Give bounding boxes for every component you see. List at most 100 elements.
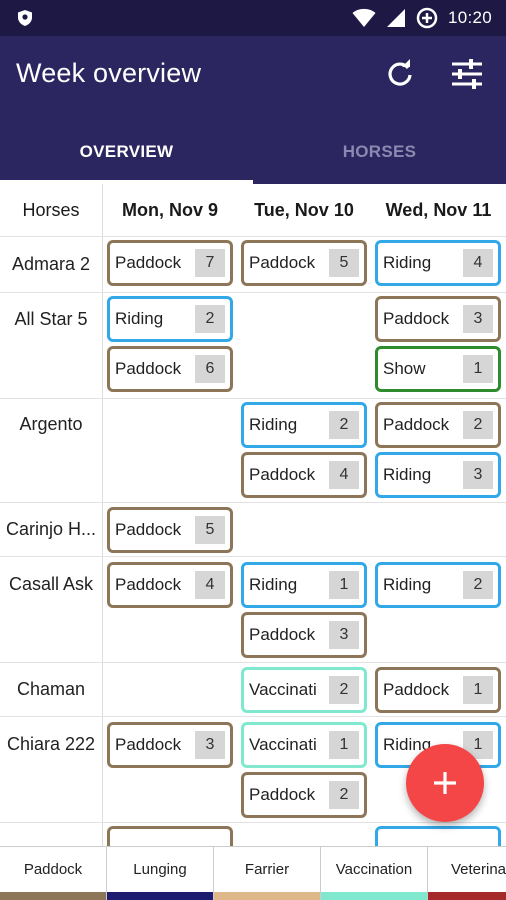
activity-count: 2 [329,781,359,809]
activity-count: 2 [195,305,225,333]
refresh-icon[interactable] [384,58,416,90]
activity-count: 2 [463,411,493,439]
add-activity-button[interactable] [406,744,484,822]
legend-label: Lunging [133,861,187,878]
activity-label: Riding [383,253,432,272]
activity-chip[interactable] [375,826,501,846]
day-header-tue: Tue, Nov 10 [254,199,354,220]
activity-chip[interactable]: Paddock 5 [241,240,367,286]
activity-count: 3 [463,305,493,333]
horse-name[interactable]: Carinjo H... [0,519,102,540]
horses-column-header: Horses [22,199,80,220]
activity-label: Show [383,359,426,378]
legend-item-vaccination[interactable]: Vaccination [321,847,428,900]
legend-swatch [214,892,320,900]
activity-chip[interactable]: Paddock 7 [107,240,233,286]
horse-name[interactable]: Chiara 222 [0,734,102,755]
activity-chip[interactable]: Paddock 3 [241,612,367,658]
data-saver-icon [416,7,438,29]
activity-count: 4 [463,249,493,277]
signal-icon [386,9,405,27]
activity-count: 1 [329,571,359,599]
legend-swatch [0,892,106,900]
activity-label: Paddock [249,785,316,804]
activity-count: 2 [329,411,359,439]
day-header-wed: Wed, Nov 11 [385,199,492,220]
legend-label: Veterinar [450,861,506,878]
activity-label: Paddock [249,253,316,272]
legend-item-lunging[interactable]: Lunging [107,847,214,900]
activity-count: 1 [463,355,493,383]
plus-icon [434,772,456,794]
row-divider [0,716,506,717]
activity-label: Paddock [249,625,316,644]
activity-chip[interactable]: Paddock 3 [107,722,233,768]
horse-name[interactable]: All Star 5 [0,309,102,330]
activity-label: Vaccinati [249,735,317,754]
activity-count: 5 [195,516,225,544]
activity-chip[interactable]: Vaccinati 1 [241,722,367,768]
activity-chip[interactable]: Paddock 2 [241,772,367,818]
activity-chip[interactable]: Paddock 5 [107,507,233,553]
row-divider [0,236,506,237]
activity-chip[interactable]: Vaccinati 2 [241,667,367,713]
horse-name[interactable]: Casall Ask [0,574,102,595]
filter-icon[interactable] [450,58,484,90]
tab-overview[interactable]: OVERVIEW [0,120,253,184]
status-bar: 10:20 [0,0,506,36]
legend-item-veterinary[interactable]: Veterinar [428,847,506,900]
activity-label: Paddock [115,735,182,754]
activity-count: 2 [329,676,359,704]
activity-chip[interactable]: Paddock 2 [375,402,501,448]
activity-count: 3 [463,461,493,489]
activity-label: Paddock [383,415,450,434]
activity-chip[interactable]: Riding 1 [241,562,367,608]
horse-name[interactable]: Argento [0,414,102,435]
tab-horses[interactable]: HORSES [253,120,506,184]
activity-label: Riding [249,575,298,594]
activity-chip[interactable]: Show 1 [375,346,501,392]
activity-chip[interactable]: Paddock 4 [241,452,367,498]
legend-item-farrier[interactable]: Farrier [214,847,321,900]
activity-chip[interactable]: Riding 2 [241,402,367,448]
activity-label: Paddock [115,253,182,272]
activity-chip[interactable]: Riding 2 [375,562,501,608]
page-title: Week overview [16,58,202,88]
legend-swatch [321,892,427,900]
clock: 10:20 [447,8,492,27]
activity-chip[interactable]: Paddock 3 [375,296,501,342]
activity-count: 4 [329,461,359,489]
activity-count: 2 [463,571,493,599]
row-divider [0,662,506,663]
activity-chip[interactable]: Paddock 1 [375,667,501,713]
activity-label: Riding [383,575,432,594]
activity-legend: Paddock Lunging Farrier Vaccination Vete… [0,846,506,900]
activity-chip[interactable] [107,826,233,846]
legend-item-paddock[interactable]: Paddock [0,847,107,900]
horse-name[interactable]: Chaman [0,679,102,700]
legend-label: Vaccination [335,861,413,878]
legend-swatch [107,892,213,900]
activity-label: Paddock [249,465,316,484]
activity-chip[interactable]: Paddock 4 [107,562,233,608]
activity-chip[interactable]: Riding 2 [107,296,233,342]
row-divider [0,556,506,557]
activity-count: 3 [329,621,359,649]
activity-label: Paddock [383,680,450,699]
legend-label: Paddock [23,861,83,878]
activity-count: 1 [463,676,493,704]
activity-count: 3 [195,731,225,759]
activity-label: Vaccinati [249,680,317,699]
activity-count: 4 [195,571,225,599]
activity-chip[interactable]: Paddock 6 [107,346,233,392]
activity-chip[interactable]: Riding 4 [375,240,501,286]
activity-label: Riding [115,309,164,328]
row-divider [0,502,506,503]
activity-chip[interactable]: Riding 3 [375,452,501,498]
activity-label: Riding [249,415,298,434]
activity-count: 7 [195,249,225,277]
activity-count: 6 [195,355,225,383]
legend-label: Farrier [244,861,290,878]
horse-name[interactable]: Admara 2 [0,254,102,275]
activity-count: 5 [329,249,359,277]
